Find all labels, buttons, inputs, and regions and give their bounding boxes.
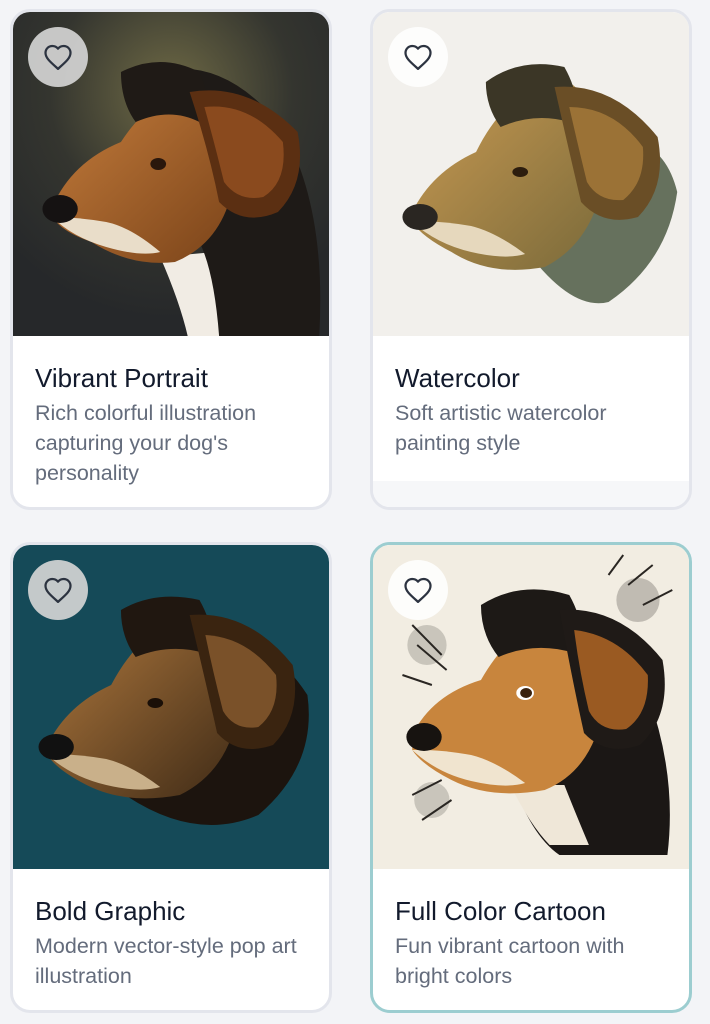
card-footer: [373, 481, 689, 507]
style-description: Rich colorful illustration capturing you…: [35, 401, 257, 485]
style-card-body: Watercolor Soft artistic watercolor pain…: [373, 336, 689, 458]
style-title: Watercolor: [395, 363, 520, 393]
style-description: Modern vector-style pop art illustration: [35, 934, 297, 988]
style-description: Fun vibrant cartoon with bright colors: [395, 934, 625, 988]
heart-outline-icon: [403, 43, 433, 71]
style-card-bold-graphic[interactable]: Bold Graphic Modern vector-style pop art…: [10, 542, 332, 1013]
heart-outline-icon: [43, 43, 73, 71]
style-title: Full Color Cartoon: [395, 896, 606, 926]
style-description: Soft artistic watercolor painting style: [395, 401, 607, 455]
style-card-vibrant-portrait[interactable]: Vibrant Portrait Rich colorful illustrat…: [10, 9, 332, 510]
heart-outline-icon: [403, 576, 433, 604]
style-card-full-color-cartoon[interactable]: Full Color Cartoon Fun vibrant cartoon w…: [370, 542, 692, 1013]
style-title: Bold Graphic: [35, 896, 186, 926]
style-card-body: Full Color Cartoon Fun vibrant cartoon w…: [373, 869, 689, 991]
favorite-button[interactable]: [388, 560, 448, 620]
favorite-button[interactable]: [28, 27, 88, 87]
style-card-watercolor[interactable]: Watercolor Soft artistic watercolor pain…: [370, 9, 692, 510]
favorite-button[interactable]: [388, 27, 448, 87]
style-grid: Vibrant Portrait Rich colorful illustrat…: [0, 0, 710, 1024]
style-title: Vibrant Portrait: [35, 363, 208, 393]
favorite-button[interactable]: [28, 560, 88, 620]
style-card-body: Vibrant Portrait Rich colorful illustrat…: [13, 336, 329, 488]
heart-outline-icon: [43, 576, 73, 604]
style-card-body: Bold Graphic Modern vector-style pop art…: [13, 869, 329, 991]
